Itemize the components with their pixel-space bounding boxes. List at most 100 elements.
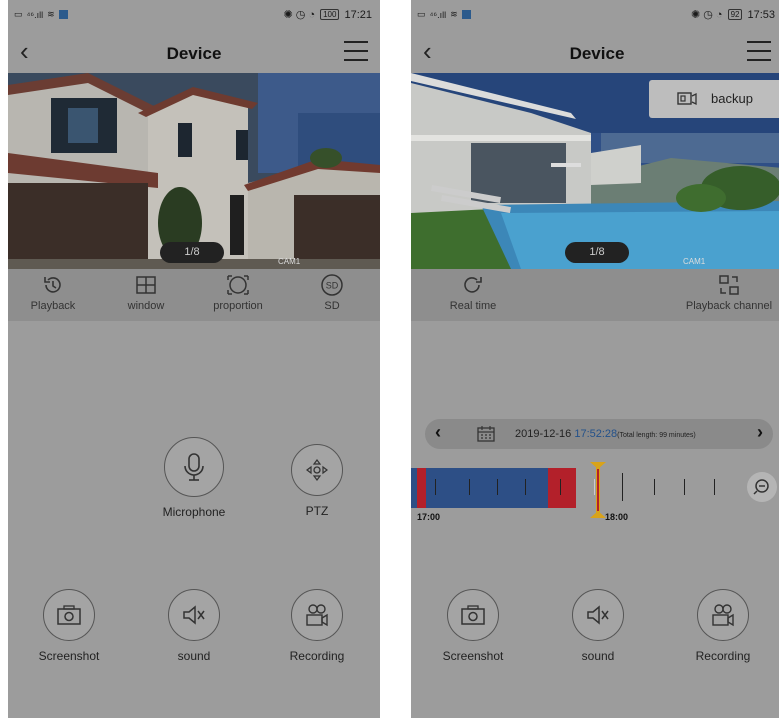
zoom-out-icon (753, 479, 769, 495)
sd-icon: SD (292, 273, 372, 297)
timeline-tick (560, 479, 561, 495)
sd-button[interactable]: SD SD (292, 273, 372, 312)
wifi-icon: ≋ (450, 9, 458, 19)
recording-timeline[interactable]: 17:00 18:00 (411, 461, 779, 522)
date-time-bar: ‹ 2019-12-16 17:52:28(Total length: 99 m… (425, 419, 773, 449)
real-time-icon (433, 273, 513, 297)
microphone-icon (164, 437, 224, 497)
playback-datetime: 2019-12-16 17:52:28(Total length: 99 min… (515, 428, 696, 440)
timeline-tick (714, 479, 715, 495)
timeline-tick (654, 479, 655, 495)
window-label: window (127, 300, 165, 312)
left-phone-screen: ▭ ⁴⁶.ıll ≋ ✺ ◷ ◔ 100 17:21 ‹ Device 1/8 … (8, 0, 380, 718)
house-camera-image (8, 73, 380, 269)
status-icons: ✺ ◷ ◔ (690, 9, 723, 21)
video-recorder-icon (697, 589, 749, 641)
recording-label: Recording (695, 649, 751, 663)
backup-popup[interactable]: backup (649, 80, 779, 118)
timeline-label-start: 17:00 (417, 512, 441, 522)
camera-icon (447, 589, 499, 641)
screenshot-label: Screenshot (38, 649, 100, 663)
sound-muted-icon (572, 589, 624, 641)
playback-label: Playback (30, 300, 76, 312)
svg-text:SD: SD (326, 281, 339, 291)
playback-channel-icon (681, 273, 777, 297)
battery-level: 100 (320, 9, 340, 20)
channel-counter: 1/8 (565, 242, 629, 263)
playback-channel-label: Playback channel (685, 300, 773, 312)
menu-icon[interactable] (747, 41, 771, 61)
microphone-label: Microphone (162, 505, 226, 519)
sim-icon: ▭ (14, 9, 23, 19)
camera-label: CAM1 (683, 257, 706, 266)
control-bar: Real time Playback channel (411, 269, 779, 321)
status-bar: ▭ ⁴⁶.ıll ≋ ✺ ◷ ◔ 92 17:53 (411, 0, 779, 32)
sound-label: sound (177, 649, 211, 663)
proportion-label: proportion (213, 300, 263, 312)
video-recorder-icon (291, 589, 343, 641)
timeline-cursor[interactable] (589, 461, 607, 519)
sim-icon: ▭ (417, 9, 426, 19)
channel-counter: 1/8 (160, 242, 224, 263)
timeline-tick (469, 479, 470, 495)
ptz-label: PTZ (305, 504, 329, 518)
app-notification-icon (58, 10, 68, 19)
previous-day-icon[interactable]: ‹ (435, 422, 441, 443)
page-title: Device (166, 44, 222, 63)
alarm-segment (417, 468, 426, 508)
window-grid-icon (106, 273, 186, 297)
timeline-tick (435, 479, 436, 495)
signal-strength: ⁴⁶.ıll (429, 9, 447, 20)
playback-total-length: (Total length: 99 minutes) (617, 432, 696, 439)
backup-label: backup (711, 91, 753, 106)
zoom-out-button[interactable] (747, 472, 777, 502)
microphone-button[interactable]: Microphone (139, 437, 249, 519)
status-bar: ▭ ⁴⁶.ıll ≋ ✺ ◷ ◔ 100 17:21 (8, 0, 380, 32)
playback-date: 2019-12-16 (515, 428, 572, 440)
wifi-icon: ≋ (47, 9, 55, 19)
screenshot-button[interactable]: Screenshot (418, 589, 528, 663)
timeline-tick (497, 479, 498, 495)
ptz-icon (291, 444, 343, 496)
alarm-segment (548, 468, 576, 508)
playback-time: 17:52:28 (574, 428, 618, 440)
playback-button[interactable]: Playback (13, 273, 93, 312)
screenshot-label: Screenshot (442, 649, 504, 663)
battery-level: 92 (727, 9, 743, 20)
window-button[interactable]: window (106, 273, 186, 312)
real-time-label: Real time (449, 300, 497, 312)
proportion-icon (198, 273, 278, 297)
page-title: Device (569, 44, 625, 63)
proportion-button[interactable]: proportion (198, 273, 278, 312)
sd-label: SD (324, 300, 340, 312)
status-time: 17:21 (344, 8, 372, 21)
control-bar: Playback window proportion SD SD (8, 269, 380, 321)
playback-channel-button[interactable]: Playback channel (681, 273, 777, 312)
backup-icon (677, 92, 697, 106)
playback-icon (13, 273, 93, 297)
screenshot-button[interactable]: Screenshot (14, 589, 124, 663)
timeline-label-end: 18:00 (605, 512, 629, 522)
recording-button[interactable]: Recording (262, 589, 372, 663)
sound-label: sound (581, 649, 615, 663)
recording-button[interactable]: Recording (668, 589, 778, 663)
real-time-button[interactable]: Real time (433, 273, 513, 312)
timeline-tick (622, 473, 623, 501)
nav-bar: ‹ Device (411, 32, 779, 74)
sound-button[interactable]: sound (139, 589, 249, 663)
live-video-feed[interactable]: 1/8 CAM1 (8, 73, 380, 269)
sound-muted-icon (168, 589, 220, 641)
sound-button[interactable]: sound (543, 589, 653, 663)
camera-icon (43, 589, 95, 641)
app-notification-icon (461, 10, 471, 19)
timeline-tick (525, 479, 526, 495)
calendar-icon[interactable] (477, 426, 495, 442)
menu-icon[interactable] (344, 41, 368, 61)
status-icons: ✺ ◷ ◔ (283, 9, 316, 21)
timeline-tick (684, 479, 685, 495)
camera-label: CAM1 (278, 257, 301, 266)
next-day-icon[interactable]: › (757, 422, 763, 443)
ptz-button[interactable]: PTZ (262, 444, 372, 518)
signal-strength: ⁴⁶.ıll (26, 9, 44, 20)
recording-label: Recording (289, 649, 345, 663)
